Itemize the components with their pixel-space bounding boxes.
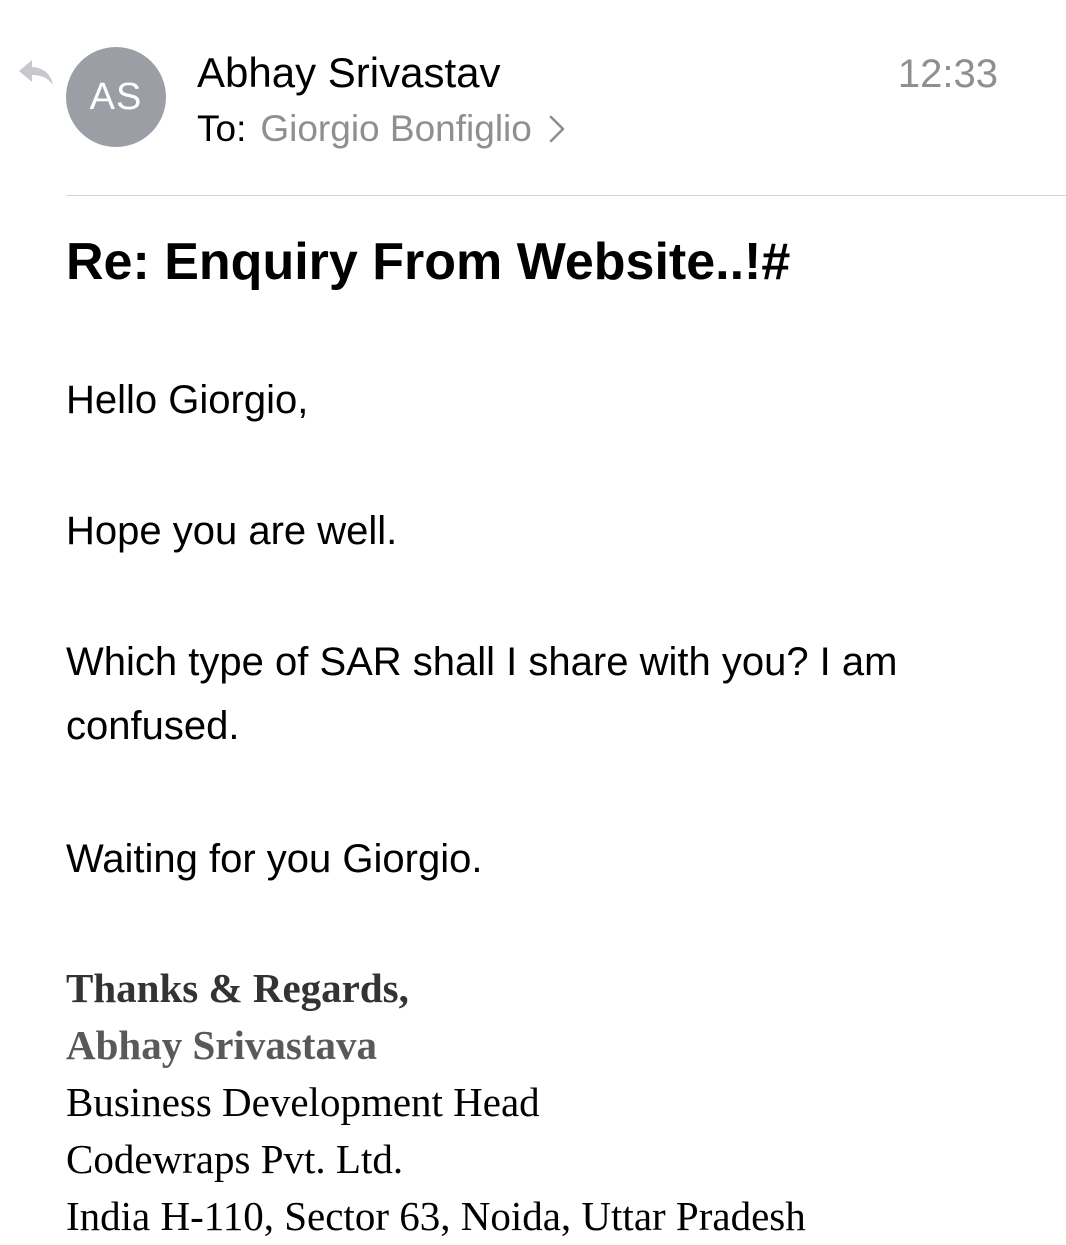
header-divider xyxy=(66,195,1066,196)
signature-company: Codewraps Pvt. Ltd. xyxy=(66,1136,404,1182)
recipient-line[interactable]: To: Giorgio Bonfiglio xyxy=(197,105,566,153)
chevron-right-icon[interactable] xyxy=(548,114,566,144)
sender-name[interactable]: Abhay Srivastav xyxy=(197,48,500,98)
email-subject: Re: Enquiry From Website..!# xyxy=(66,233,791,291)
body-paragraph-wellbeing: Hope you are well. xyxy=(66,509,398,553)
recipient-name[interactable]: Giorgio Bonfiglio xyxy=(260,105,531,153)
email-signature: Thanks & Regards, Abhay Srivastava Busin… xyxy=(66,960,806,1245)
timestamp: 12:33 xyxy=(897,52,998,96)
avatar[interactable]: AS xyxy=(66,47,166,147)
signature-address: India H-110, Sector 63, Noida, Uttar Pra… xyxy=(66,1193,806,1239)
signature-name: Abhay Srivastava xyxy=(66,1022,377,1068)
signature-title: Business Development Head xyxy=(66,1079,540,1125)
avatar-initials: AS xyxy=(89,75,143,118)
body-paragraph-question: Which type of SAR shall I share with you… xyxy=(66,640,898,748)
to-label: To: xyxy=(197,108,247,149)
body-paragraph-waiting: Waiting for you Giorgio. xyxy=(66,837,483,881)
signature-closing: Thanks & Regards, xyxy=(66,965,409,1011)
body-paragraph-greeting: Hello Giorgio, xyxy=(66,378,309,422)
reply-arrow-icon[interactable] xyxy=(16,56,56,88)
